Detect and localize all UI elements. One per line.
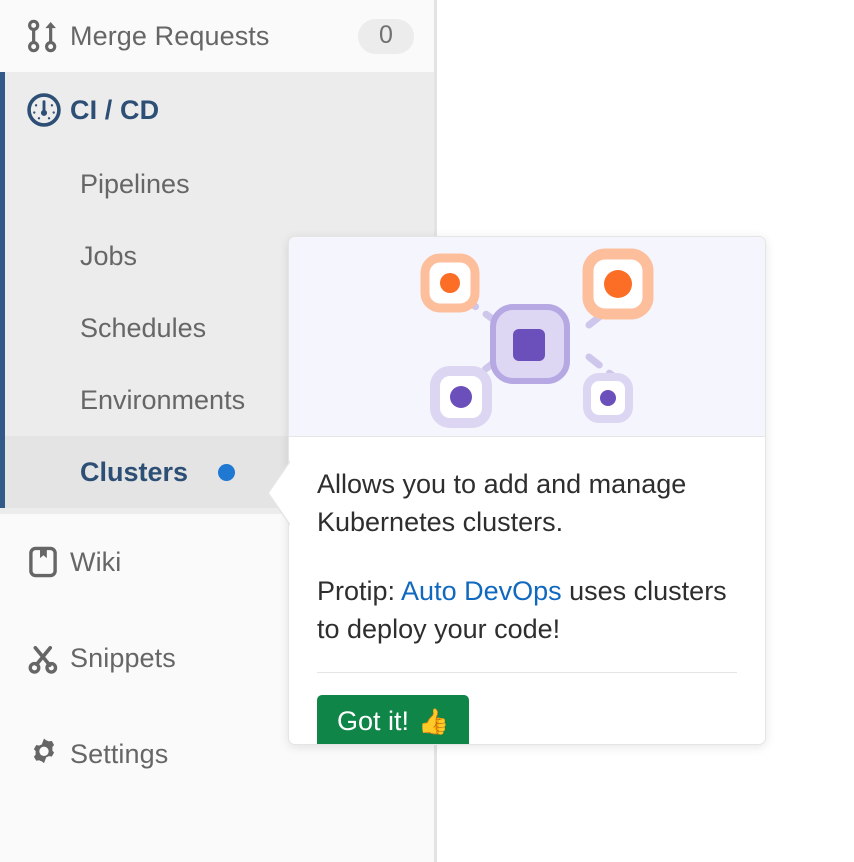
popover-arrow-fill [269,461,291,525]
sidebar-item-label: CI / CD [70,95,159,126]
popover-text-body: Allows you to add and manage Kubernetes … [289,437,765,648]
got-it-button[interactable]: Got it! 👍 [317,695,469,745]
sidebar-item-label: Snippets [70,643,176,674]
sidebar-item-label: Wiki [70,547,121,578]
active-section-accent-bar [0,72,5,148]
popover-description: Allows you to add and manage Kubernetes … [317,465,737,542]
sidebar-item-label: Settings [70,739,168,770]
merge-requests-count-badge: 0 [358,19,414,54]
thumbs-up-icon: 👍 [418,710,449,735]
scissors-icon [26,641,70,675]
book-icon [26,545,70,579]
popover-protip: Protip: Auto DevOps uses clusters to dep… [317,572,737,649]
clusters-new-dot-badge [218,464,235,481]
merge-request-icon [26,19,70,53]
ci-cd-gauge-icon [26,92,70,128]
sidebar-item-label: Merge Requests [70,21,270,52]
auto-devops-link[interactable]: Auto DevOps [401,576,562,606]
kubernetes-cluster-nodes-illustration [289,237,765,437]
protip-prefix: Protip: [317,576,401,606]
active-section-accent-bar [0,148,5,220]
active-section-accent-bar [0,220,5,292]
sidebar-item-label: Jobs [80,241,137,272]
sidebar-item-label: Environments [80,385,245,416]
active-section-accent-bar [0,436,5,508]
sidebar-item-merge-requests[interactable]: Merge Requests 0 [0,0,434,72]
clusters-feature-popover: Allows you to add and manage Kubernetes … [288,236,766,745]
app-root: Merge Requests 0 [0,0,854,862]
sidebar-item-label: Schedules [80,313,206,344]
gear-icon [26,736,70,772]
got-it-label: Got it! [337,707,409,737]
sidebar-item-pipelines[interactable]: Pipelines [0,148,434,220]
sidebar-item-label: Clusters [80,457,188,488]
sidebar-item-label: Pipelines [80,169,190,200]
sidebar-item-ci-cd[interactable]: CI / CD [0,72,434,148]
active-section-accent-bar [0,364,5,436]
popover-footer: Got it! 👍 [289,673,765,745]
active-section-accent-bar [0,292,5,364]
